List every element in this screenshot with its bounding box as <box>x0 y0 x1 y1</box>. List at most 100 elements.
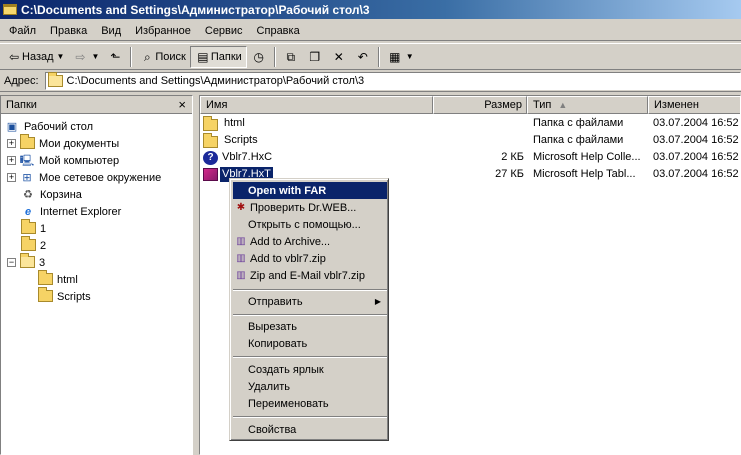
up-folder-button[interactable]: ⬑ <box>103 46 127 68</box>
menu-item-cut[interactable]: Вырезать <box>233 318 387 335</box>
chevron-down-icon[interactable]: ▼ <box>57 52 65 61</box>
menu-item-add-to-archive[interactable]: ▥ Add to Archive... <box>233 233 387 250</box>
menu-item-open-with[interactable]: Открыть с помощью... <box>233 216 387 233</box>
menu-item-zip-and-email[interactable]: ▥ Zip and E-Mail vblr7.zip <box>233 267 387 284</box>
history-button[interactable]: ◷ <box>247 46 271 68</box>
column-header-modified[interactable]: Изменен <box>648 96 740 114</box>
title-bar[interactable]: C:\Documents and Settings\Администратор\… <box>0 0 741 19</box>
column-header-type[interactable]: Тип ▲ <box>527 96 648 114</box>
menu-item-properties[interactable]: Свойства <box>233 421 387 438</box>
address-bar: Адрес: C:\Documents and Settings\Админис… <box>0 71 741 92</box>
address-input[interactable]: C:\Documents and Settings\Администратор\… <box>44 72 741 90</box>
forward-button[interactable]: ⇨ ▼ <box>68 46 103 68</box>
spider-icon: ✱ <box>236 202 246 213</box>
move-to-button[interactable]: ⧉ <box>279 46 303 68</box>
file-row[interactable]: ? Vblr7.HxC 2 КБ Microsoft Help Colle...… <box>200 149 740 166</box>
forward-arrow-icon: ⇨ <box>75 49 86 64</box>
collapse-icon[interactable]: − <box>7 258 16 267</box>
folder-icon <box>20 218 36 236</box>
folder-icon <box>37 286 53 304</box>
menu-separator <box>233 416 387 418</box>
menu-tools[interactable]: Сервис <box>198 22 250 40</box>
search-button[interactable]: ⌕ Поиск <box>135 46 189 68</box>
toolbar-separator <box>377 46 380 67</box>
views-icon: ▦ <box>389 49 401 64</box>
menu-item-delete[interactable]: Удалить <box>233 378 387 395</box>
delete-button[interactable]: ✕ <box>327 46 351 68</box>
menu-separator <box>233 314 387 316</box>
folder-icon <box>20 235 36 253</box>
tree-item-folder-2[interactable]: 2 <box>20 235 46 254</box>
tree-item-folder-1[interactable]: 1 <box>20 218 46 237</box>
back-button[interactable]: ⇦ Назад ▼ <box>2 46 68 68</box>
menu-edit[interactable]: Правка <box>43 22 94 40</box>
menu-file[interactable]: Файл <box>2 22 43 40</box>
archive-icon: ▥ <box>236 236 246 247</box>
menu-item-open-with-far[interactable]: Open with FAR <box>233 182 387 199</box>
menu-item-send-to[interactable]: Отправить ▶ <box>233 293 387 310</box>
file-modified: 03.07.2004 16:52 <box>653 151 739 163</box>
help-collection-icon: ? <box>203 150 218 165</box>
folder-pane-header: Папки × <box>1 96 192 114</box>
menu-separator <box>233 289 387 291</box>
chevron-down-icon[interactable]: ▼ <box>406 52 414 61</box>
folder-tree-pane: Папки × ▣ Рабочий стол + Мои документы +… <box>0 95 193 455</box>
close-icon[interactable]: × <box>178 97 186 112</box>
chevron-down-icon[interactable]: ▼ <box>91 52 99 61</box>
folder-icon <box>203 133 218 148</box>
folder-icon <box>37 269 53 287</box>
tree-item-scripts[interactable]: Scripts <box>37 286 91 305</box>
file-type: Microsoft Help Tabl... <box>533 168 636 180</box>
tree-item-my-computer[interactable]: + 🖳 Мой компьютер <box>7 152 119 169</box>
copy-to-button[interactable]: ❐ <box>303 46 327 68</box>
menu-item-add-to-zip[interactable]: ▥ Add to vblr7.zip <box>233 250 387 267</box>
help-table-icon <box>203 168 218 181</box>
tree-item-html[interactable]: html <box>37 269 78 288</box>
menu-item-rename[interactable]: Переименовать <box>233 395 387 412</box>
file-name: Scripts <box>224 134 258 146</box>
expand-icon[interactable]: + <box>7 139 16 148</box>
tree-item-label: Мой компьютер <box>39 154 120 167</box>
tree-item-recycle-bin[interactable]: ♻ Корзина <box>20 186 82 203</box>
file-size: 27 КБ <box>495 168 524 180</box>
copy-to-icon: ❐ <box>309 49 321 64</box>
file-row[interactable]: html Папка с файлами 03.07.2004 16:52 <box>200 115 740 132</box>
menu-view[interactable]: Вид <box>94 22 128 40</box>
address-label: Адрес: <box>4 75 39 87</box>
tree-item-internet-explorer[interactable]: e Internet Explorer <box>20 203 121 220</box>
undo-icon: ↶ <box>357 49 368 64</box>
history-icon: ◷ <box>253 49 265 64</box>
tree-item-label: html <box>57 273 78 286</box>
menu-item-check-drweb[interactable]: ✱ Проверить Dr.WEB... <box>233 199 387 216</box>
menu-item-copy[interactable]: Копировать <box>233 335 387 352</box>
menu-bar: Файл Правка Вид Избранное Сервис Справка <box>0 21 741 41</box>
file-name: html <box>224 117 245 129</box>
column-header-size[interactable]: Размер <box>433 96 527 114</box>
menu-help[interactable]: Справка <box>250 22 307 40</box>
file-row[interactable]: Scripts Папка с файлами 03.07.2004 16:52 <box>200 132 740 149</box>
views-button[interactable]: ▦ ▼ <box>383 46 418 68</box>
folders-button[interactable]: ▤ Папки <box>189 45 247 68</box>
folder-icon <box>3 4 17 15</box>
address-value: C:\Documents and Settings\Администратор\… <box>66 75 365 87</box>
tree-item-folder-3[interactable]: − 3 <box>7 252 45 271</box>
desktop-icon: ▣ <box>6 120 18 133</box>
expand-icon[interactable]: + <box>7 173 16 182</box>
file-modified: 03.07.2004 16:52 <box>653 117 739 129</box>
my-computer-icon: 🖳 <box>19 154 35 167</box>
column-header-name[interactable]: Имя <box>200 96 433 114</box>
expand-icon[interactable]: + <box>7 156 16 165</box>
menu-separator <box>233 356 387 358</box>
tree-item-desktop[interactable]: ▣ Рабочий стол <box>4 118 93 135</box>
toolbar: ⇦ Назад ▼ ⇨ ▼ ⬑ ⌕ Поиск ▤ Папки ◷ ⧉ ❐ ✕ … <box>0 43 741 70</box>
menu-item-create-shortcut[interactable]: Создать ярлык <box>233 361 387 378</box>
menu-favorites[interactable]: Избранное <box>128 22 198 40</box>
tree-item-network[interactable]: + ⊞ Мое сетевое окружение <box>7 169 161 186</box>
internet-explorer-icon: e <box>24 205 32 218</box>
context-menu: Open with FAR ✱ Проверить Dr.WEB... Откр… <box>229 178 389 441</box>
file-type: Папка с файлами <box>533 117 624 129</box>
undo-button[interactable]: ↶ <box>351 46 375 68</box>
tree-item-my-documents[interactable]: + Мои документы <box>7 133 119 152</box>
file-modified: 03.07.2004 16:52 <box>653 134 739 146</box>
folder-pane-title: Папки <box>6 98 37 111</box>
